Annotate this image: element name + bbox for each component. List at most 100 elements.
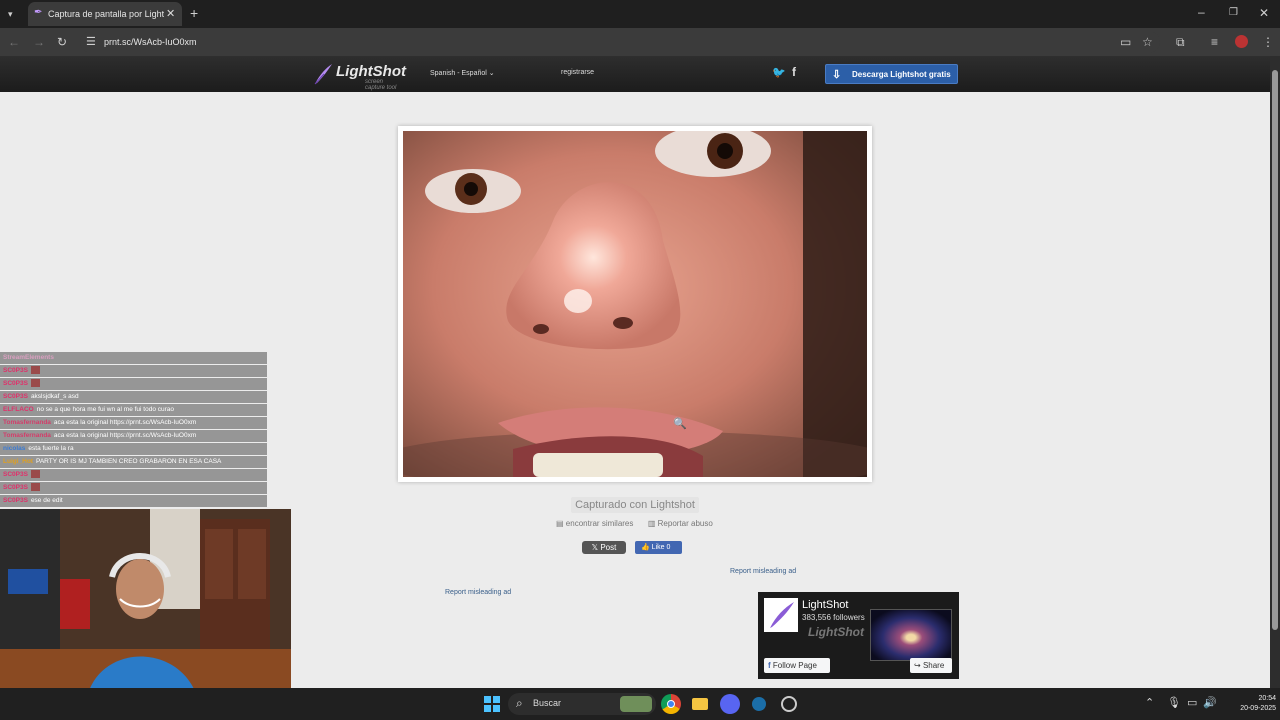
- facebook-like-button[interactable]: 👍 Like 0: [635, 541, 682, 554]
- x-post-button[interactable]: 𝕏 Post: [582, 541, 626, 554]
- screenshot-frame: [398, 126, 872, 482]
- stream-chat-overlay: StreamElements SC0P3S SC0P3S SC0P3S akslsjdk…: [0, 352, 267, 510]
- chat-message: SC0P3S: [0, 365, 267, 377]
- feather-icon: [770, 602, 794, 628]
- browser-toolbar: ← → ↻ ☰ prnt.sc/WsAcb-IuO0xm ▭ ☆ ⧉ ≡ ⋮: [0, 28, 1280, 56]
- report-ad-link-right[interactable]: Report misleading ad: [730, 568, 796, 575]
- volume-icon[interactable]: 🔊: [1203, 697, 1217, 709]
- taskbar-clock[interactable]: 20:54 20-09-2025: [1224, 694, 1276, 714]
- fb-page-name: LightShot: [802, 599, 849, 611]
- chevron-down-icon: ⌄: [488, 70, 495, 77]
- start-button[interactable]: [482, 694, 502, 714]
- address-bar[interactable]: ☰ prnt.sc/WsAcb-IuO0xm: [80, 31, 1160, 53]
- taskbar-search[interactable]: ⌕ Buscar: [508, 693, 656, 715]
- facebook-page-widget[interactable]: LightShot 383,556 followers LightShot f …: [758, 592, 959, 679]
- thumbs-up-icon: 👍: [641, 544, 652, 551]
- face-photo: [403, 131, 867, 477]
- reload-icon[interactable]: ↻: [57, 35, 67, 49]
- logo-name: LightShot: [336, 63, 406, 80]
- chat-message: StreamElements: [0, 352, 267, 364]
- microphone-icon[interactable]: 🎙: [1167, 697, 1181, 709]
- chevron-up-icon[interactable]: ⌃: [1145, 697, 1154, 709]
- download-icon: ⇩: [832, 69, 842, 81]
- lightshot-logo[interactable]: LightShot screen capture tool: [312, 62, 406, 91]
- search-highlight-image: [620, 696, 652, 712]
- follow-page-button[interactable]: f Follow Page: [764, 658, 830, 673]
- facebook-icon[interactable]: f: [792, 65, 796, 79]
- tab-title: Captura de pantalla por Lightshot: [48, 9, 164, 19]
- back-icon[interactable]: ←: [8, 35, 20, 49]
- action-links: ▤ encontrar similares ▥ Reportar abuso: [556, 519, 713, 528]
- media-control-icon[interactable]: ≡: [1211, 35, 1218, 49]
- profile-avatar-icon[interactable]: [1235, 35, 1248, 48]
- chat-message: SC0P3S: [0, 378, 267, 390]
- obs-icon[interactable]: [779, 694, 799, 714]
- download-button[interactable]: ⇩ Descarga Lightshot gratis: [825, 64, 958, 84]
- chat-text: esta fuerte la ra: [28, 445, 74, 452]
- find-similar-link[interactable]: encontrar similares: [566, 519, 634, 528]
- clock-time: 20:54: [1258, 695, 1276, 702]
- chat-message: nicolas esta fuerte la ra: [0, 443, 267, 455]
- chat-text: aca esta la original https://prnt.sc/WsA…: [53, 419, 197, 426]
- webcam-feed: [0, 509, 291, 709]
- extensions-icon[interactable]: ⧉: [1176, 35, 1185, 49]
- browser-tab[interactable]: ✒ Captura de pantalla por Lightshot ✕: [28, 2, 182, 26]
- site-info-icon[interactable]: ☰: [86, 35, 96, 48]
- chat-username: SC0P3S: [3, 484, 28, 491]
- chat-message: ELFLACO no se a que hora me fui wn al me …: [0, 404, 267, 416]
- chat-text: no se a que hora me fui wn al me fui tod…: [36, 406, 175, 413]
- language-select[interactable]: Spanish - Español ⌄: [430, 69, 495, 77]
- feather-icon: [314, 64, 332, 85]
- share-button[interactable]: ↪ Share: [910, 658, 952, 673]
- windows-taskbar: ⌕ Buscar ⌃ 🎙 ▭ 🔊 20:54 20-09-2025: [0, 688, 1280, 720]
- register-link[interactable]: registrarse: [561, 69, 594, 76]
- cover-image: [870, 609, 952, 661]
- x-post-label: Post: [600, 543, 617, 552]
- logo-subtitle: screen capture tool: [365, 79, 397, 91]
- share-label: Share: [922, 661, 945, 670]
- chat-username: SC0P3S: [3, 367, 28, 374]
- screenshot-image[interactable]: [403, 131, 867, 477]
- bookmark-star-icon[interactable]: ☆: [1142, 35, 1153, 49]
- chat-username: ELFLACO: [3, 406, 34, 413]
- forward-icon[interactable]: →: [33, 35, 45, 49]
- fb-watermark: LightShot: [808, 625, 864, 639]
- close-window-icon[interactable]: ✕: [1259, 6, 1269, 20]
- new-tab-icon[interactable]: +: [190, 6, 198, 20]
- page-scrollbar[interactable]: [1270, 56, 1280, 688]
- menu-kebab-icon[interactable]: ⋮: [1262, 35, 1274, 49]
- chat-username: SC0P3S: [3, 393, 28, 400]
- discord-icon[interactable]: [720, 694, 740, 714]
- zoom-cursor-icon: 🔍: [673, 418, 687, 430]
- url-text: prnt.sc/WsAcb-IuO0xm: [104, 37, 197, 47]
- close-tab-icon[interactable]: ✕: [166, 7, 175, 20]
- chat-username: SC0P3S: [3, 497, 28, 504]
- fb-like-label: Like 0: [651, 544, 671, 551]
- twitter-icon[interactable]: 🐦: [772, 66, 786, 79]
- chat-message: SC0P3S akslsjdkaf_s asd: [0, 391, 267, 403]
- network-icon[interactable]: ▭: [1187, 697, 1197, 709]
- restore-icon[interactable]: ❐: [1229, 6, 1238, 20]
- report-icon: ▥: [647, 519, 656, 528]
- emote-icon: [30, 470, 40, 479]
- browser-tab-bar: ▾ ✒ Captura de pantalla por Lightshot ✕ …: [0, 0, 1280, 28]
- file-explorer-icon[interactable]: [690, 694, 710, 714]
- steam-icon[interactable]: [749, 694, 769, 714]
- chrome-taskbar-icon[interactable]: [661, 694, 681, 714]
- report-abuse-link[interactable]: Reportar abuso: [658, 519, 713, 528]
- cast-icon[interactable]: ▭: [1120, 35, 1131, 49]
- lightshot-favicon-icon: ✒: [34, 7, 43, 18]
- chat-username: SC0P3S: [3, 471, 28, 478]
- chat-message: SC0P3S ese de edit: [0, 495, 267, 507]
- chat-username: Tomasfernanda: [3, 419, 51, 426]
- scrollbar-thumb[interactable]: [1272, 70, 1278, 630]
- clock-date: 20-09-2025: [1240, 705, 1276, 712]
- emote-icon: [30, 483, 40, 492]
- fb-followers: 383,556 followers: [802, 613, 865, 622]
- share-icon: ↪: [914, 661, 923, 670]
- report-ad-link-left[interactable]: Report misleading ad: [445, 589, 511, 596]
- minimize-icon[interactable]: –: [1198, 5, 1205, 19]
- chat-username: nicolas: [3, 445, 26, 452]
- tab-list-icon[interactable]: ▾: [8, 7, 13, 21]
- windows-logo-icon: [484, 696, 500, 712]
